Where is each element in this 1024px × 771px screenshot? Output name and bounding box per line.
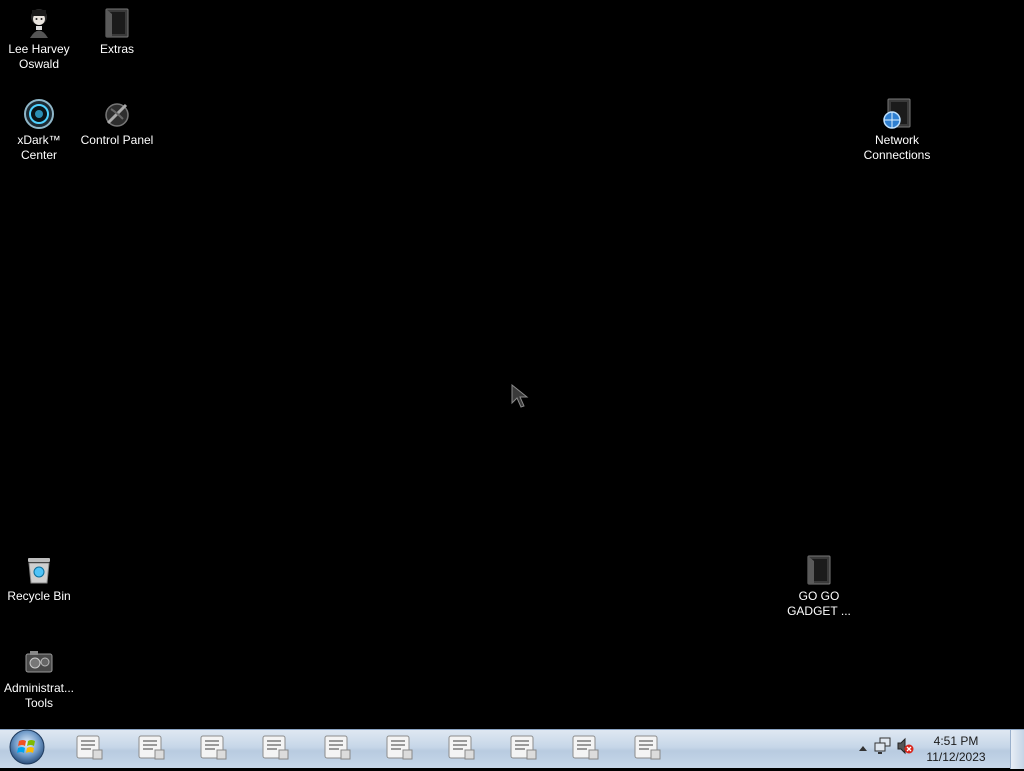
desktop-icon-recycle-bin[interactable]: Recycle Bin [0, 553, 79, 604]
desktop-icon-control-panel[interactable]: Control Panel [77, 97, 157, 148]
taskbar-button[interactable] [125, 732, 177, 766]
desktop-icon-go-go-gadget[interactable]: GO GO GADGET ... [779, 553, 859, 619]
desktop-icon-extras[interactable]: Extras [77, 6, 157, 57]
show-desktop-button[interactable] [1010, 730, 1024, 769]
admin-tools-icon [22, 645, 56, 679]
windows-start-orb-icon [8, 728, 46, 771]
chevron-up-icon [858, 739, 868, 757]
document-app-icon [74, 733, 104, 766]
taskbar-button[interactable] [373, 732, 425, 766]
document-app-icon [570, 733, 600, 766]
xdark-center-icon [22, 97, 56, 131]
mouse-pointer-icon [511, 383, 533, 410]
document-app-icon [384, 733, 414, 766]
control-panel-icon [100, 97, 134, 131]
network-folder-icon [880, 97, 914, 131]
document-app-icon [322, 733, 352, 766]
taskbar-button[interactable] [187, 732, 239, 766]
clock[interactable]: 4:51 PM 11/12/2023 [916, 733, 996, 765]
desktop-icon-lee-harvey-oswald[interactable]: Lee Harvey Oswald [0, 6, 79, 72]
taskbar: 4:51 PM 11/12/2023 [0, 728, 1024, 771]
taskbar-button[interactable] [621, 732, 673, 766]
desktop-icon-label: xDark™ Center [17, 133, 61, 162]
system-tray: 4:51 PM 11/12/2023 [854, 730, 1024, 769]
document-app-icon [446, 733, 476, 766]
desktop-icon-label: Control Panel [80, 133, 154, 147]
document-app-icon [198, 733, 228, 766]
document-app-icon [136, 733, 166, 766]
user-avatar-icon [22, 6, 56, 40]
desktop[interactable]: Lee Harvey Oswald Extras xDark™ Center C… [0, 0, 1024, 729]
document-app-icon [632, 733, 662, 766]
taskbar-button[interactable] [435, 732, 487, 766]
network-icon [874, 737, 892, 760]
dark-folder-icon [802, 553, 836, 587]
document-app-icon [508, 733, 538, 766]
volume-muted-icon [896, 737, 914, 760]
desktop-icon-label: Recycle Bin [7, 589, 71, 603]
taskbar-button[interactable] [249, 732, 301, 766]
desktop-icon-label: GO GO GADGET ... [787, 589, 851, 618]
desktop-icon-label: Lee Harvey Oswald [8, 42, 70, 71]
taskbar-button[interactable] [311, 732, 363, 766]
show-hidden-icons-button[interactable] [854, 739, 872, 757]
recycle-bin-icon [22, 553, 56, 587]
network-tray-button[interactable] [874, 737, 892, 760]
volume-tray-button[interactable] [896, 737, 914, 760]
desktop-icon-network-connections[interactable]: Network Connections [857, 97, 937, 163]
desktop-icon-label: Network Connections [863, 133, 931, 162]
taskbar-button[interactable] [497, 732, 549, 766]
desktop-icon-label: Administrat... Tools [3, 681, 75, 710]
taskbar-button[interactable] [559, 732, 611, 766]
start-button[interactable] [4, 728, 50, 771]
desktop-icon-administrative-tools[interactable]: Administrat... Tools [0, 645, 79, 711]
document-app-icon [260, 733, 290, 766]
desktop-icon-xdark-center[interactable]: xDark™ Center [0, 97, 79, 163]
taskbar-button[interactable] [63, 732, 115, 766]
clock-date: 11/12/2023 [926, 750, 986, 764]
dark-folder-icon [100, 6, 134, 40]
desktop-icon-label: Extras [99, 42, 134, 56]
clock-time: 4:51 PM [933, 734, 979, 748]
